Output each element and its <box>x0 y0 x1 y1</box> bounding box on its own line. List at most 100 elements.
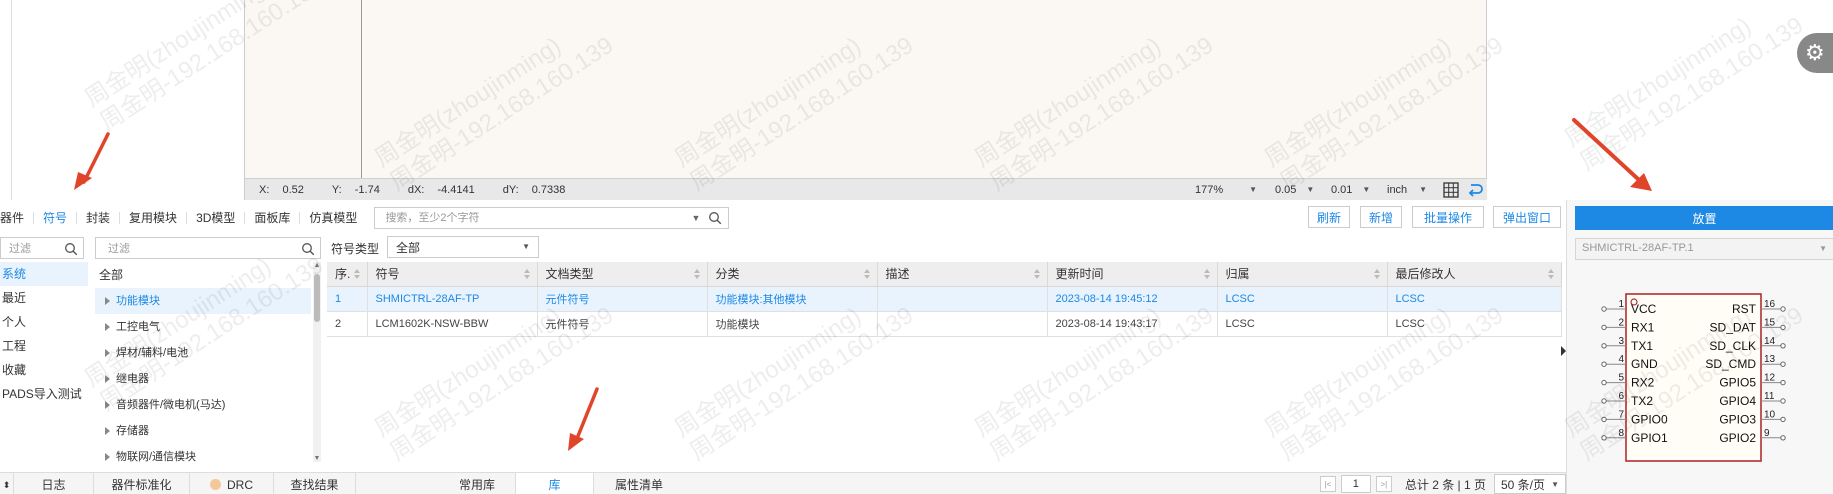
pin-number: 12 <box>1764 373 1776 384</box>
tree-item[interactable]: 工控电气 <box>95 314 311 340</box>
sort-icon[interactable] <box>863 268 871 280</box>
caret-right-icon[interactable] <box>105 297 110 306</box>
tab-log[interactable]: 日志 <box>14 473 94 494</box>
category-recent[interactable]: 最近 <box>0 286 88 310</box>
tab-3d-model[interactable]: 3D模型 <box>187 212 246 224</box>
schematic-canvas[interactable] <box>245 0 1487 178</box>
pin-name: RX2 <box>1631 376 1655 390</box>
library-search-box[interactable]: ▼ <box>374 207 730 229</box>
caret-right-icon[interactable] <box>105 323 110 332</box>
grid-icon[interactable] <box>1443 181 1459 198</box>
tab-symbol[interactable]: 符号 <box>34 212 78 224</box>
tree-item[interactable]: 功能模块 <box>95 288 311 314</box>
snap-select[interactable]: 0.01 ▼ <box>1325 181 1375 199</box>
unit-select[interactable]: inch ▼ <box>1381 181 1433 199</box>
refresh-button[interactable]: 刷新 <box>1308 206 1350 228</box>
tree-item[interactable]: 焊材/辅料/电池 <box>95 340 311 366</box>
sort-icon[interactable] <box>1373 268 1381 280</box>
tree-item[interactable]: 继电器 <box>95 366 311 392</box>
bottom-panel-tabs: ⬍ 日志 器件标准化 DRC 查找结果 常用库 库 属性清单 |< 1 >| 总… <box>0 472 1566 494</box>
category-pads-import[interactable]: PADS导入测试 <box>0 382 88 406</box>
pin-number: 11 <box>1764 391 1775 402</box>
column-header-index[interactable]: 序. <box>327 262 368 287</box>
tab-search-results[interactable]: 查找结果 <box>274 473 356 494</box>
search-icon[interactable] <box>301 242 315 256</box>
category-filter-input[interactable]: 过滤 <box>0 237 84 259</box>
category-favorites[interactable]: 收藏 <box>0 358 88 382</box>
table-row[interactable]: 2 LCM1602K-NSW-BBW 元件符号 功能模块 2023-08-14 … <box>327 311 1562 337</box>
pin-name: TX2 <box>1631 394 1653 408</box>
caret-right-icon[interactable] <box>105 375 110 384</box>
canvas-crosshair-line <box>361 0 362 178</box>
sort-icon[interactable] <box>1547 268 1555 280</box>
pin-number: 16 <box>1764 299 1776 310</box>
column-header-doc-type[interactable]: 文档类型 <box>537 262 708 287</box>
column-header-last-modifier[interactable]: 最后修改人 <box>1387 262 1562 287</box>
column-header-owner[interactable]: 归属 <box>1217 262 1388 287</box>
tree-item[interactable]: 存储器 <box>95 418 311 444</box>
caret-right-icon[interactable] <box>105 349 110 358</box>
caret-right-icon[interactable] <box>105 401 110 410</box>
tab-simulation-model[interactable]: 仿真模型 <box>300 212 366 224</box>
tree-item-label: 功能模块 <box>116 295 160 307</box>
tab-panel-library[interactable]: 面板库 <box>245 212 301 224</box>
sort-icon[interactable] <box>1033 268 1041 280</box>
chevron-down-icon[interactable]: ▼ <box>692 213 701 223</box>
column-header-category[interactable]: 分类 <box>707 262 878 287</box>
library-search-input[interactable] <box>385 212 676 224</box>
zoom-select[interactable]: 177% ▼ <box>1189 181 1263 199</box>
page-number-input[interactable]: 1 <box>1340 475 1371 493</box>
scroll-down-icon[interactable]: ▼ <box>313 455 321 462</box>
search-icon[interactable] <box>64 242 78 256</box>
pin-number: 6 <box>1618 391 1624 402</box>
symbol-pin: 7 GPIO0 <box>1601 409 1668 426</box>
tab-device-standardization[interactable]: 器件标准化 <box>94 473 190 494</box>
page-size-select[interactable]: 50 条/页 ▼ <box>1494 474 1566 494</box>
popup-window-button[interactable]: 弹出窗口 <box>1493 206 1561 228</box>
panel-toggle-icon[interactable]: ⬍ <box>0 473 14 494</box>
settings-gear-icon[interactable]: ⚙ <box>1797 33 1833 73</box>
sort-icon[interactable] <box>1203 268 1211 280</box>
prev-page-icon[interactable]: |< <box>1319 476 1336 492</box>
table-cell: LCSC <box>1217 286 1388 312</box>
tab-library[interactable]: 库 <box>516 473 594 494</box>
scroll-up-icon[interactable]: ▲ <box>313 262 321 269</box>
tab-properties-list[interactable]: 属性清单 <box>594 473 684 494</box>
symbol-type-select[interactable]: 全部 ▼ <box>387 236 539 258</box>
tab-drc[interactable]: DRC <box>190 473 274 494</box>
tab-common-library[interactable]: 常用库 <box>356 473 516 494</box>
column-header-updated[interactable]: 更新时间 <box>1047 262 1218 287</box>
library-category-list: 系统 最近 个人 工程 收藏 PADS导入测试 <box>0 262 88 406</box>
caret-right-icon[interactable] <box>105 453 110 462</box>
search-icon[interactable] <box>708 211 722 225</box>
caret-right-icon[interactable] <box>105 427 110 436</box>
sort-icon[interactable] <box>523 268 531 280</box>
table-row[interactable]: 1 SHMICTRL-28AF-TP 元件符号 功能模块:其他模块 2023-0… <box>327 286 1562 312</box>
column-header-description[interactable]: 描述 <box>877 262 1048 287</box>
category-personal[interactable]: 个人 <box>0 310 88 334</box>
batch-operation-button[interactable]: 批量操作 <box>1412 206 1484 228</box>
table-cell: LCM1602K-NSW-BBW <box>367 311 538 337</box>
category-project[interactable]: 工程 <box>0 334 88 358</box>
tree-item[interactable]: 音频器件/微电机(马达) <box>95 392 311 418</box>
grid-select[interactable]: 0.05 ▼ <box>1269 181 1319 199</box>
tab-device[interactable]: 器件 <box>0 212 35 224</box>
tree-scrollbar[interactable]: ▲ ▼ <box>313 262 321 462</box>
column-header-symbol[interactable]: 符号 <box>367 262 538 287</box>
filter-placeholder: 过滤 <box>108 243 130 255</box>
tab-footprint[interactable]: 封装 <box>77 212 121 224</box>
scrollbar-thumb[interactable] <box>314 274 320 322</box>
place-button[interactable]: 放置 <box>1575 206 1833 230</box>
tree-item[interactable]: 物联网/通信模块 <box>95 444 311 462</box>
sort-icon[interactable] <box>353 268 361 280</box>
snap-toggle-icon[interactable] <box>1467 182 1483 198</box>
add-button[interactable]: 新增 <box>1360 206 1402 228</box>
tab-reuse-block[interactable]: 复用模块 <box>120 212 188 224</box>
sort-icon[interactable] <box>693 268 701 280</box>
tree-filter-input[interactable]: 过滤 <box>95 237 321 259</box>
next-page-icon[interactable]: >| <box>1375 476 1392 492</box>
tree-root-all[interactable]: 全部 <box>95 262 311 288</box>
symbol-variant-select[interactable]: SHMICTRL-28AF-TP.1 ▼ <box>1575 238 1833 260</box>
pin-name: TX1 <box>1631 339 1653 353</box>
category-system[interactable]: 系统 <box>0 262 88 286</box>
